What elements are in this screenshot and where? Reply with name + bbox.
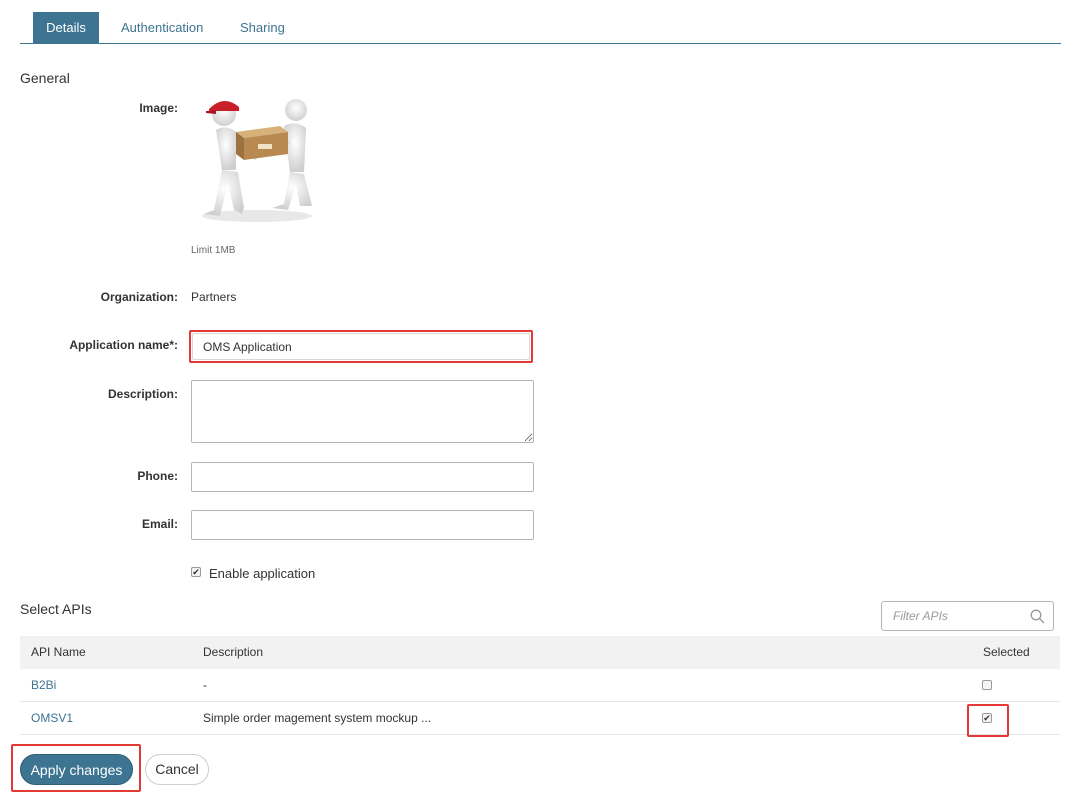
description-label: Description: — [107, 387, 178, 401]
api-name-link[interactable]: B2Bi — [31, 669, 56, 702]
search-icon — [1030, 609, 1045, 624]
column-header-selected: Selected — [983, 645, 1030, 659]
apply-changes-button[interactable]: Apply changes — [20, 754, 133, 785]
email-label: Email: — [141, 517, 178, 531]
tab-details[interactable]: Details — [33, 12, 99, 43]
organization-label: Organization: — [100, 290, 178, 304]
description-textarea[interactable] — [191, 380, 534, 443]
tab-authentication[interactable]: Authentication — [107, 12, 217, 43]
email-input[interactable] — [191, 510, 534, 540]
app-name-input[interactable] — [192, 333, 530, 360]
select-apis-title: Select APIs — [20, 601, 92, 617]
app-image[interactable] — [192, 92, 330, 230]
tab-sharing[interactable]: Sharing — [226, 12, 299, 43]
general-section-title: General — [20, 70, 70, 86]
image-label: Image: — [139, 101, 178, 115]
column-header-api-name[interactable]: API Name — [31, 636, 86, 669]
enable-application-label: Enable application — [209, 566, 316, 581]
image-size-hint: Limit 1MB — [191, 245, 236, 256]
phone-input[interactable] — [191, 462, 534, 492]
api-selected-checkbox[interactable] — [982, 680, 992, 690]
delivery-figures-icon — [202, 99, 312, 222]
cancel-button[interactable]: Cancel — [145, 754, 209, 785]
filter-apis-field[interactable] — [881, 601, 1054, 631]
selected-checkbox-highlight — [967, 704, 1009, 737]
app-name-label: Application name*: — [69, 338, 178, 352]
table-row: B2Bi - — [20, 669, 1060, 702]
api-description: Simple order magement system mockup ... — [203, 711, 432, 725]
organization-value: Partners — [191, 290, 237, 304]
api-table-header: API Name Description Selected — [20, 636, 1060, 669]
api-name-link[interactable]: OMSV1 — [31, 702, 73, 735]
tab-bar: Details Authentication Sharing — [20, 12, 1061, 44]
filter-apis-input[interactable] — [882, 602, 1022, 630]
column-header-description: Description — [203, 645, 264, 659]
api-description: - — [203, 678, 207, 692]
table-row: OMSV1 Simple order magement system mocku… — [20, 702, 1060, 735]
enable-application-checkbox[interactable]: ✔ — [191, 567, 201, 577]
phone-label: Phone: — [137, 469, 178, 483]
